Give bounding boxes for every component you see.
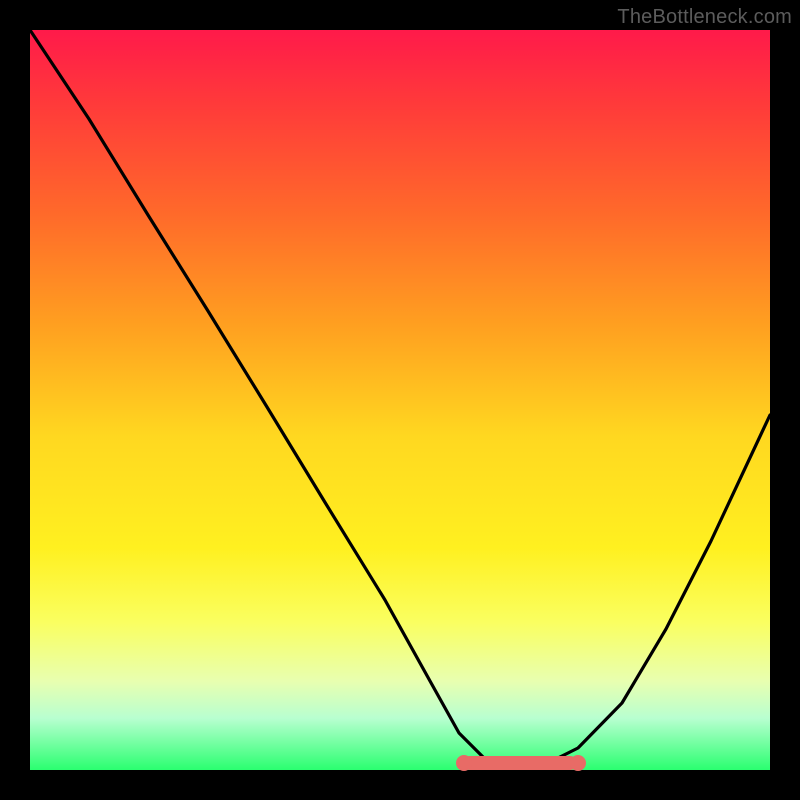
valley-marker-dot-right: [570, 755, 586, 771]
watermark-text: TheBottleneck.com: [617, 6, 792, 29]
chart-container: TheBottleneck.com: [0, 0, 800, 800]
valley-marker-dot-left: [456, 755, 472, 771]
valley-marker-band: [463, 756, 577, 770]
plot-area: [30, 30, 770, 770]
